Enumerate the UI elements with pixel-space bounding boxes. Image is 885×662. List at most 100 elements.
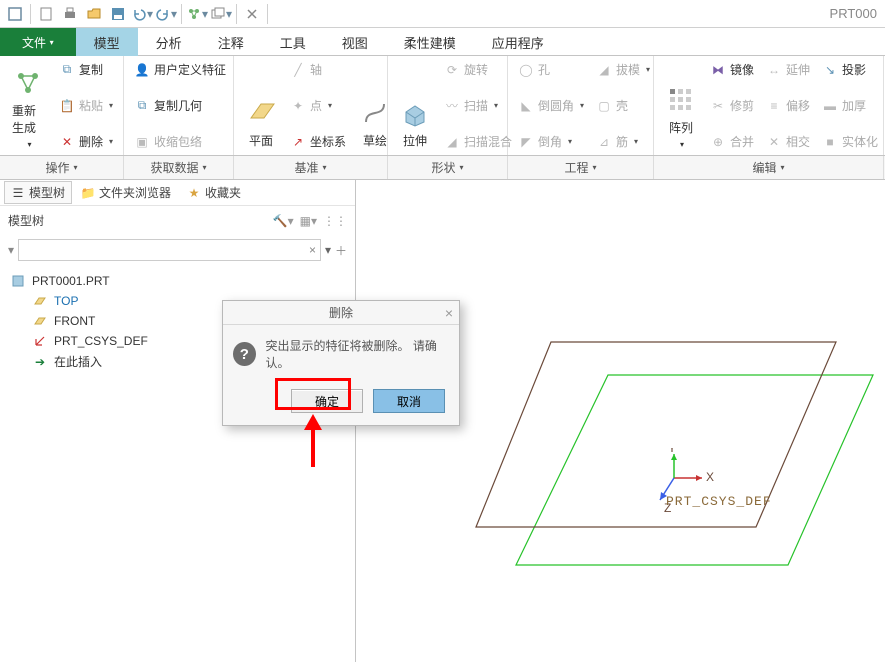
- ribbon-group-strip: 操作▾ 获取数据▾ 基准▾ 形状▾ 工程▾ 编辑▾: [0, 156, 885, 180]
- thicken-button[interactable]: ▬加厚: [818, 96, 882, 115]
- axis-x-label: X: [706, 470, 714, 484]
- extrude-button[interactable]: 拉伸: [394, 60, 436, 151]
- tree-root[interactable]: PRT0001.PRT: [10, 271, 345, 291]
- shell-icon: ▢: [596, 98, 612, 114]
- group-ops[interactable]: 操作▾: [0, 156, 124, 179]
- arrow-right-icon: ➔: [32, 354, 48, 370]
- tree-tool-3[interactable]: ⋮⋮: [323, 214, 347, 228]
- shrinkwrap-button[interactable]: ▣收缩包络: [130, 132, 230, 151]
- round-icon: ◤: [518, 134, 534, 150]
- pattern-button[interactable]: 阵列 ▾: [660, 60, 702, 151]
- plane-button[interactable]: 平面: [240, 60, 282, 151]
- new-icon[interactable]: [4, 3, 26, 25]
- thicken-icon: ▬: [822, 98, 838, 114]
- tab-file[interactable]: 文件 ▾: [0, 28, 76, 56]
- project-button[interactable]: ↘投影: [818, 60, 882, 79]
- delete-icon: ✕: [59, 134, 75, 150]
- new-doc-icon[interactable]: [35, 3, 57, 25]
- print-icon[interactable]: [59, 3, 81, 25]
- dialog-ok-button[interactable]: 确定: [291, 389, 363, 413]
- filter-dd[interactable]: ▾: [325, 243, 331, 257]
- csys-icon: [32, 333, 48, 349]
- group-datum[interactable]: 基准▾: [234, 156, 388, 179]
- tab-analysis[interactable]: 分析: [138, 28, 200, 56]
- tree-tool-1[interactable]: 🔨▾: [273, 214, 294, 228]
- part-icon: [10, 273, 26, 289]
- round-button[interactable]: ◤倒角▾: [514, 132, 588, 151]
- tab-view[interactable]: 视图: [324, 28, 386, 56]
- sidebar-tab-folder[interactable]: 📁文件夹浏览器: [74, 181, 178, 204]
- axis-y-label: Y: [668, 448, 676, 455]
- tab-tools[interactable]: 工具: [262, 28, 324, 56]
- copy-geom-button[interactable]: ⧉复制几何: [130, 96, 230, 115]
- sweep-button[interactable]: 〰扫描▾: [440, 96, 516, 115]
- sidebar-tab-model-tree[interactable]: ☰模型树: [4, 181, 72, 204]
- tab-flex[interactable]: 柔性建模: [386, 28, 474, 56]
- close-icon[interactable]: [241, 3, 263, 25]
- dialog-message: 突出显示的特征将被删除。 请确认。: [266, 337, 449, 371]
- undo-icon[interactable]: ▾: [131, 3, 153, 25]
- tree-title: 模型树: [8, 212, 44, 229]
- copy-button[interactable]: ⧉复制: [55, 60, 117, 79]
- csys-button[interactable]: ↗坐标系: [286, 132, 350, 151]
- regen-icon[interactable]: ▾: [186, 3, 208, 25]
- delete-button[interactable]: ✕删除▾: [55, 132, 117, 151]
- point-button[interactable]: ✦点▾: [286, 96, 350, 115]
- dialog-titlebar[interactable]: 删除 ×: [223, 301, 459, 325]
- star-icon: ★: [187, 186, 201, 200]
- paste-icon: 📋: [59, 98, 75, 114]
- project-icon: ↘: [822, 62, 838, 78]
- mirror-icon: ⧓: [710, 62, 726, 78]
- extend-button[interactable]: ↔延伸: [762, 60, 814, 79]
- draft-button[interactable]: ◢拔模▾: [592, 60, 654, 79]
- filter-add[interactable]: ＋: [335, 242, 347, 259]
- group-shape[interactable]: 形状▾: [388, 156, 508, 179]
- axis-button[interactable]: ╱轴: [286, 60, 350, 79]
- clear-filter-icon[interactable]: ×: [309, 243, 316, 257]
- copy-geom-icon: ⧉: [134, 98, 150, 114]
- tree-tool-2[interactable]: ▦▾: [300, 214, 317, 228]
- dialog-close-icon[interactable]: ×: [445, 305, 453, 321]
- windows-icon[interactable]: ▾: [210, 3, 232, 25]
- regenerate-button[interactable]: 重新生成 ▾: [6, 60, 51, 151]
- group-engr[interactable]: 工程▾: [508, 156, 654, 179]
- draft-icon: ◢: [596, 62, 612, 78]
- rib-icon: ⊿: [596, 134, 612, 150]
- point-icon: ✦: [290, 98, 306, 114]
- csys-label: PRT_CSYS_DEF: [666, 494, 772, 509]
- tab-model[interactable]: 模型: [76, 28, 138, 56]
- intersect-button[interactable]: ✕相交: [762, 132, 814, 151]
- trim-icon: ✂: [710, 98, 726, 114]
- revolve-button[interactable]: ⟳旋转: [440, 60, 516, 79]
- save-icon[interactable]: [107, 3, 129, 25]
- shell-button[interactable]: ▢壳: [592, 96, 654, 115]
- funnel-icon[interactable]: ▾: [8, 243, 14, 257]
- solidify-button[interactable]: ■实体化: [818, 132, 882, 151]
- rib-button[interactable]: ⊿筋▾: [592, 132, 654, 151]
- merge-button[interactable]: ⊕合并: [706, 132, 758, 151]
- offset-icon: ≡: [766, 98, 782, 114]
- mirror-button[interactable]: ⧓镜像: [706, 60, 758, 79]
- offset-button[interactable]: ≡偏移: [762, 96, 814, 115]
- folder-icon: 📁: [81, 186, 95, 200]
- group-get-data[interactable]: 获取数据▾: [124, 156, 234, 179]
- group-edit[interactable]: 编辑▾: [654, 156, 884, 179]
- redo-icon[interactable]: ▾: [155, 3, 177, 25]
- chamfer-button[interactable]: ◣倒圆角▾: [514, 96, 588, 115]
- tab-annotate[interactable]: 注释: [200, 28, 262, 56]
- tree-filter-input[interactable]: ×: [18, 239, 321, 261]
- user-feature-button[interactable]: 👤用户定义特征: [130, 60, 230, 79]
- open-icon[interactable]: [83, 3, 105, 25]
- tab-apps[interactable]: 应用程序: [474, 28, 562, 56]
- user-icon: 👤: [134, 62, 150, 78]
- ribbon-tabs: 文件 ▾ 模型 分析 注释 工具 视图 柔性建模 应用程序: [0, 28, 885, 56]
- copy-icon: ⧉: [59, 62, 75, 78]
- dialog-title: 删除: [329, 304, 353, 321]
- dialog-cancel-button[interactable]: 取消: [373, 389, 445, 413]
- tree-icon: ☰: [11, 186, 25, 200]
- hole-button[interactable]: ◯孔: [514, 60, 588, 79]
- trim-button[interactable]: ✂修剪: [706, 96, 758, 115]
- sidebar-tab-favorites[interactable]: ★收藏夹: [180, 181, 248, 204]
- blend-button[interactable]: ◢扫描混合: [440, 132, 516, 151]
- paste-button[interactable]: 📋粘贴▾: [55, 96, 117, 115]
